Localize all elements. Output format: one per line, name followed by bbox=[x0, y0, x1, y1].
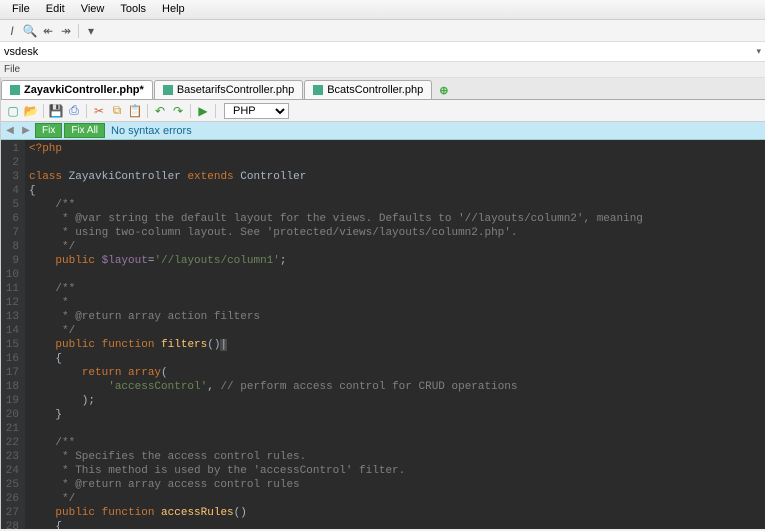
save-all-icon[interactable]: ⎙ bbox=[66, 103, 82, 119]
new-file-icon[interactable]: ▢ bbox=[5, 103, 21, 119]
prev-error-icon[interactable]: ◀ bbox=[3, 124, 17, 138]
menu-file[interactable]: File bbox=[4, 0, 38, 19]
next-error-icon[interactable]: ▶ bbox=[19, 124, 33, 138]
magnify-icon[interactable]: 🔍 bbox=[22, 23, 38, 39]
menu-view[interactable]: View bbox=[73, 0, 113, 19]
italic-icon[interactable]: I bbox=[4, 23, 20, 39]
language-select[interactable]: PHP bbox=[224, 103, 289, 119]
lint-message: No syntax errors bbox=[111, 125, 192, 137]
project-dropdown-icon[interactable]: ▾ bbox=[756, 46, 761, 57]
redo-icon[interactable]: ↷ bbox=[170, 103, 186, 119]
project-selector[interactable]: ▾ bbox=[0, 42, 765, 62]
drop-icon[interactable]: ▾ bbox=[83, 23, 99, 39]
fwd-arrow-icon[interactable]: ↠ bbox=[58, 23, 74, 39]
editor-area: ZayavkiController.php*BasetarifsControll… bbox=[1, 78, 765, 529]
menu-edit[interactable]: Edit bbox=[38, 0, 73, 19]
save-icon[interactable]: 💾 bbox=[48, 103, 64, 119]
lint-status-bar: ◀ ▶ Fix Fix All No syntax errors bbox=[1, 122, 765, 140]
undo-icon[interactable]: ↶ bbox=[152, 103, 168, 119]
main-toolbar: I 🔍 ↞ ↠ ▾ bbox=[0, 20, 765, 42]
file-panel-label: File bbox=[0, 62, 765, 78]
run-icon[interactable]: ▶ bbox=[195, 103, 211, 119]
tab-BasetarifsController-php[interactable]: BasetarifsController.php bbox=[154, 80, 303, 99]
cut-icon[interactable]: ✂ bbox=[91, 103, 107, 119]
add-tab-icon[interactable]: ⊕ bbox=[433, 82, 454, 99]
editor-toolbar: ▢ 📂 💾 ⎙ ✂ ⧉ 📋 ↶ ↷ ▶ PHP bbox=[1, 100, 765, 122]
tab-BcatsController-php[interactable]: BcatsController.php bbox=[304, 80, 432, 99]
code-content[interactable]: <?php class ZayavkiController extends Co… bbox=[25, 140, 765, 529]
code-editor[interactable]: 1234567891011121314151617181920212223242… bbox=[1, 140, 765, 529]
line-gutter: 1234567891011121314151617181920212223242… bbox=[1, 140, 25, 529]
editor-tabs: ZayavkiController.php*BasetarifsControll… bbox=[1, 78, 765, 100]
menubar: File Edit View Tools Help bbox=[0, 0, 765, 20]
menu-help[interactable]: Help bbox=[154, 0, 193, 19]
fixall-button[interactable]: Fix All bbox=[64, 123, 105, 138]
menu-tools[interactable]: Tools bbox=[112, 0, 154, 19]
project-name-input[interactable] bbox=[4, 46, 124, 58]
copy-icon[interactable]: ⧉ bbox=[109, 103, 125, 119]
fix-button[interactable]: Fix bbox=[35, 123, 62, 138]
tab-ZayavkiController-php-[interactable]: ZayavkiController.php* bbox=[1, 80, 153, 99]
back-arrow-icon[interactable]: ↞ bbox=[40, 23, 56, 39]
paste-icon[interactable]: 📋 bbox=[127, 103, 143, 119]
open-icon[interactable]: 📂 bbox=[23, 103, 39, 119]
